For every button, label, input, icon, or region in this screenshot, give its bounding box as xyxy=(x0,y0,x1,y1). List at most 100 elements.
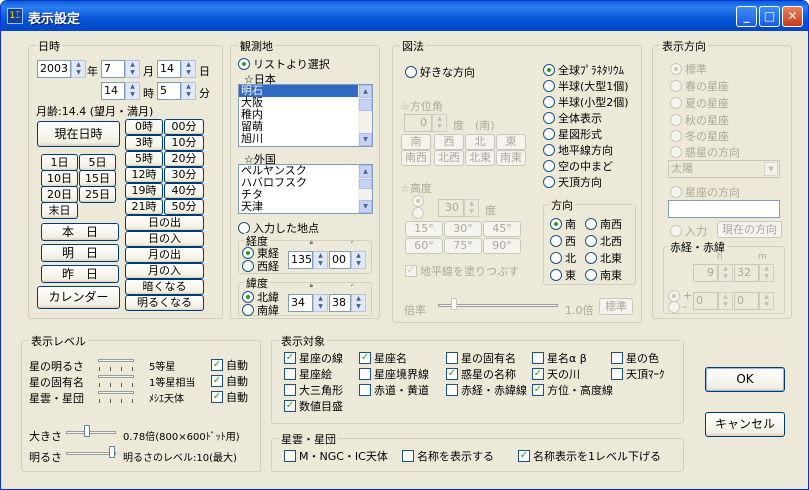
calendar-button[interactable]: カレンダー xyxy=(37,286,120,309)
brightness-slider-knob[interactable] xyxy=(109,446,115,458)
hour-3-button[interactable]: 3時 xyxy=(125,135,163,151)
az-south-button[interactable]: 南 xyxy=(401,134,431,150)
alt-15-button[interactable]: 15° xyxy=(405,221,443,237)
day-10-button[interactable]: 10日 xyxy=(41,170,78,187)
day-input[interactable]: 14 xyxy=(157,60,181,78)
planet-select[interactable]: 太陽 ▼ xyxy=(668,160,780,178)
min-30-button[interactable]: 30分 xyxy=(164,167,204,183)
close-button[interactable]: ✕ xyxy=(782,6,803,27)
day-last-button[interactable]: 末日 xyxy=(41,202,78,219)
altitude-input[interactable]: 30 xyxy=(438,199,464,217)
min-20-button[interactable]: 20分 xyxy=(164,151,204,167)
title-bar[interactable]: 1⌶ 表示設定 _ □ ✕ xyxy=(1,1,808,31)
target-planet-names[interactable]: ✓ 惑星の名称 xyxy=(446,366,516,382)
minute-input[interactable]: 5 xyxy=(157,82,181,100)
radio-mode-star-chart[interactable]: 星図形式 xyxy=(543,126,602,142)
alt-30-button[interactable]: 30° xyxy=(444,221,482,237)
target-radec-lines[interactable]: 赤経・赤緯線 xyxy=(446,382,527,398)
radio-west[interactable]: 西経 xyxy=(242,258,279,274)
alt-60-button[interactable]: 60° xyxy=(405,238,443,254)
hour-21-button[interactable]: 21時 xyxy=(125,199,163,215)
min-10-button[interactable]: 10分 xyxy=(164,135,204,151)
hour-spinner[interactable]: ▲ ▼ xyxy=(125,82,140,100)
nebula-lower-level-checkbox[interactable]: ✓ 名称表示を1レベル下げる xyxy=(518,448,661,464)
current-direction-button[interactable]: 現在の方向 xyxy=(717,221,782,238)
month-spinner[interactable]: ▲ ▼ xyxy=(125,60,140,78)
tomorrow-button[interactable]: 明 日 xyxy=(41,244,119,262)
az-southwest-button[interactable]: 南西 xyxy=(401,150,431,166)
radio-mode-hemisphere-small[interactable]: 半球(小型2個) xyxy=(543,94,629,110)
cancel-button[interactable]: キャンセル xyxy=(705,412,785,437)
target-constellation-art[interactable]: 星座絵 xyxy=(284,366,332,382)
target-great-triangle[interactable]: 大三角形 xyxy=(284,382,343,398)
now-button[interactable]: 現在日時 xyxy=(37,121,120,147)
nebula-show-names-checkbox[interactable]: 名称を表示する xyxy=(402,448,494,464)
radio-dir-east[interactable]: 東 xyxy=(550,267,576,283)
ra-hour-input[interactable]: 9 xyxy=(693,264,718,282)
star-brightness-slider[interactable] xyxy=(98,359,134,362)
radio-dispdir-standard[interactable]: 標準 xyxy=(670,61,707,77)
radio-dir-southeast[interactable]: 南東 xyxy=(585,267,622,283)
nebula-level-slider[interactable] xyxy=(98,391,134,394)
radio-dispdir-autumn[interactable]: 秋の星座 xyxy=(670,112,729,128)
radio-dir-southwest[interactable]: 南西 xyxy=(585,216,622,232)
ra-minute-input[interactable]: 32 xyxy=(734,264,759,282)
radio-dir-northeast[interactable]: 北東 xyxy=(585,250,622,266)
ok-button[interactable]: OK xyxy=(705,367,785,392)
az-west-button[interactable]: 西 xyxy=(434,134,464,150)
radio-mode-zenith[interactable]: 天頂方向 xyxy=(543,174,602,190)
radio-dir-north[interactable]: 北 xyxy=(550,250,576,266)
foreign-city-list[interactable]: ペルヤンスク ハバロフスク チタ 天津 ▲ ▼ xyxy=(238,164,373,214)
radio-mode-sky-window[interactable]: 空の中まど xyxy=(543,158,613,174)
longitude-min-input[interactable]: 00 xyxy=(329,251,351,269)
dec-min-spinner[interactable]: ▲ ▼ xyxy=(759,292,774,310)
size-slider-knob[interactable] xyxy=(84,425,90,437)
day-spinner[interactable]: ▲ ▼ xyxy=(181,60,196,78)
target-star-greek-names[interactable]: 星名α β xyxy=(532,350,587,366)
radio-dispdir-winter[interactable]: 冬の星座 xyxy=(670,128,729,144)
radio-dispdir-summer[interactable]: 夏の星座 xyxy=(670,95,729,111)
nebula-auto-checkbox[interactable]: ✓ 自動 xyxy=(211,389,248,405)
alt-75-button[interactable]: 75° xyxy=(444,238,482,254)
list-item[interactable]: 旭川 xyxy=(239,133,372,145)
radio-dir-northwest[interactable]: 北西 xyxy=(585,233,622,249)
maximize-button[interactable]: □ xyxy=(759,6,780,27)
day-15-button[interactable]: 15日 xyxy=(79,170,116,187)
star-name-auto-checkbox[interactable]: ✓ 自動 xyxy=(211,373,248,389)
fill-horizon-checkbox[interactable]: ✓ 地平線を塗りつぶす xyxy=(405,263,519,279)
target-numeric-scale[interactable]: ✓ 数値目盛 xyxy=(284,398,343,414)
target-constellation-bounds[interactable]: 星座境界線 xyxy=(359,366,429,382)
target-constellation-names[interactable]: ✓ 星座名 xyxy=(359,350,407,366)
scroll-up-icon[interactable]: ▲ xyxy=(359,165,372,178)
radio-dec-minus[interactable]: - xyxy=(668,300,687,313)
star-name-slider[interactable] xyxy=(98,375,134,378)
azimuth-spinner[interactable]: ▲ ▼ xyxy=(432,114,447,132)
constellation-direction-input[interactable] xyxy=(668,200,780,218)
zoom-standard-button[interactable]: 標準 xyxy=(599,298,633,315)
dec-deg-input[interactable]: 0 xyxy=(693,292,718,310)
radio-dispdir-planet[interactable]: 惑星の方向 xyxy=(670,144,740,160)
min-00-button[interactable]: 00分 xyxy=(164,119,204,135)
dawn-button[interactable]: 明るくなる xyxy=(125,295,204,311)
longitude-deg-spinner[interactable]: ▲ ▼ xyxy=(313,251,328,269)
list-item[interactable]: 天津 xyxy=(239,201,372,213)
radio-mode-overview[interactable]: 全体表示 xyxy=(543,110,602,126)
radio-mode-full-planetarium[interactable]: 全球ﾌﾟﾗﾈﾀﾘｳﾑ xyxy=(543,62,624,78)
year-spinner[interactable]: ▲ ▼ xyxy=(71,60,86,78)
radio-free-direction[interactable]: 好きな方向 xyxy=(405,64,475,80)
day-1-button[interactable]: 1日 xyxy=(41,154,78,171)
target-star-proper-names[interactable]: 星の固有名 xyxy=(446,350,516,366)
year-input[interactable]: 2003 xyxy=(37,60,71,78)
day-25-button[interactable]: 25日 xyxy=(79,186,116,203)
scroll-up-icon[interactable]: ▲ xyxy=(359,85,372,98)
min-50-button[interactable]: 50分 xyxy=(164,199,204,215)
month-input[interactable]: 7 xyxy=(101,60,125,78)
az-north-button[interactable]: 北 xyxy=(465,134,495,150)
longitude-deg-input[interactable]: 135 xyxy=(288,251,313,269)
radio-dispdir-constellation[interactable]: 星座の方向 xyxy=(670,184,740,200)
target-zenith-mark[interactable]: 天頂ﾏｰｸ xyxy=(611,366,665,382)
size-slider-track[interactable] xyxy=(66,431,116,434)
minute-spinner[interactable]: ▲ ▼ xyxy=(181,82,196,100)
radio-mode-hemisphere-large[interactable]: 半球(大型1個) xyxy=(543,78,629,94)
az-southeast-button[interactable]: 南東 xyxy=(496,150,526,166)
